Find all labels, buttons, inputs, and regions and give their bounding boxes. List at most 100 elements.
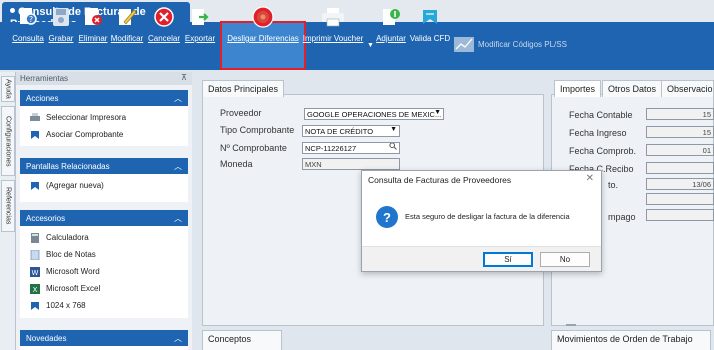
cancel-icon <box>151 4 177 30</box>
chevron-down-icon: ▼ <box>390 126 397 133</box>
tab-otros-datos[interactable]: Otros Datos <box>602 80 663 97</box>
cancelar-label: Cancelar <box>147 34 180 43</box>
tipo-pago-field[interactable] <box>646 209 714 221</box>
tab-configuraciones[interactable]: Configuraciones <box>1 106 15 176</box>
notepad-icon <box>30 249 40 260</box>
tab-observaciones[interactable]: Observacio <box>661 80 714 97</box>
dialog-body: ? Esta seguro de desligar la factura de … <box>362 193 601 246</box>
side-tab-strip: Ayuda Configuraciones Referencias <box>0 72 16 350</box>
splitter-grip[interactable] <box>566 324 576 326</box>
consulta-button[interactable]: ? Consulta <box>9 0 47 48</box>
tab-movimientos-ot[interactable]: Movimientos de Orden de Trabajo <box>551 330 711 350</box>
imprimir-voucher-button[interactable]: Imprimir Voucher <box>303 0 363 48</box>
item-calculadora[interactable]: Calculadora <box>20 229 188 246</box>
item-label: (Agregar nueva) <box>46 181 104 190</box>
no-button[interactable]: No <box>540 252 590 267</box>
extra-field[interactable] <box>646 193 714 205</box>
svg-text:W: W <box>32 269 39 277</box>
modificar-codigos-button[interactable]: Modificar Códigos PL/SS <box>453 35 567 53</box>
export-icon <box>187 4 213 30</box>
collapse-icon[interactable]: ︿ <box>174 161 182 172</box>
tab-datos-principales[interactable]: Datos Principales <box>202 80 285 97</box>
consulta-label: Consulta <box>12 34 44 43</box>
fecha-comprob-value: 01 <box>702 146 711 155</box>
grabar-label: Grabar <box>48 34 74 43</box>
fecha-comprob-label: Fecha Comprob. <box>569 146 637 156</box>
section-acciones-header[interactable]: Acciones ︿ <box>20 90 188 106</box>
modificar-codigos-label: Modificar Códigos PL/SS <box>478 39 567 49</box>
exportar-button[interactable]: Exportar <box>182 0 218 48</box>
section-novedades: Novedades ︿ <box>20 330 188 350</box>
moneda-field[interactable]: MXN <box>302 158 400 170</box>
tab-ayuda-label: Ayuda <box>4 79 12 99</box>
numero-comprobante-field[interactable]: NCP-11226127 <box>302 142 400 154</box>
yes-button[interactable]: Sí <box>483 252 533 267</box>
tab-referencias-label: Referencias <box>4 187 12 225</box>
search-icon[interactable] <box>389 143 397 152</box>
section-novedades-header[interactable]: Novedades ︿ <box>20 330 188 346</box>
desligar-diferencias-button[interactable]: Desligar Diferencias <box>222 0 304 48</box>
vencimiento-field[interactable]: 13/06 <box>646 178 714 190</box>
tab-movimientos-ot-label: Movimientos de Orden de Trabajo <box>557 334 693 344</box>
section-pantallas-header[interactable]: Pantallas Relacionadas ︿ <box>20 158 188 174</box>
fecha-contable-label: Fecha Contable <box>569 110 633 120</box>
item-agregar-nueva[interactable]: (Agregar nueva) <box>20 177 188 194</box>
proveedor-value: GOOGLE OPERACIONES DE MEXIC... <box>307 110 442 119</box>
tools-panel: Herramientas ⊼ Acciones ︿ Seleccionar Imp… <box>16 72 192 350</box>
item-label: Seleccionar Impresora <box>46 113 127 122</box>
tools-header-label: Herramientas <box>20 74 69 83</box>
tab-observaciones-label: Observacio <box>667 84 713 94</box>
item-label: Bloc de Notas <box>46 250 96 259</box>
item-bloc-de-notas[interactable]: Bloc de Notas <box>20 246 188 263</box>
tab-referencias[interactable]: Referencias <box>1 180 15 232</box>
item-asociar-comprobante[interactable]: Asociar Comprobante <box>20 126 188 143</box>
collapse-icon[interactable]: ︿ <box>174 333 182 344</box>
chevron-down-icon: ▼ <box>434 109 441 116</box>
dialog-title: Consulta de Facturas de Proveedores <box>368 175 512 185</box>
calculator-icon <box>30 232 40 243</box>
modificar-button[interactable]: Modificar <box>108 0 146 48</box>
close-icon[interactable]: ✕ <box>586 173 594 184</box>
fecha-ingreso-label: Fecha Ingreso <box>569 128 627 138</box>
valida-cfd-button[interactable]: Valida CFD <box>409 0 451 48</box>
cancelar-button[interactable]: Cancelar <box>145 0 183 48</box>
item-microsoft-excel[interactable]: X Microsoft Excel <box>20 280 188 297</box>
item-microsoft-word[interactable]: W Microsoft Word <box>20 263 188 280</box>
eliminar-button[interactable]: Eliminar <box>77 0 109 48</box>
link-small-icon <box>30 181 40 191</box>
proveedor-combo[interactable]: GOOGLE OPERACIONES DE MEXIC... ▼ <box>304 108 444 120</box>
item-seleccionar-impresora[interactable]: Seleccionar Impresora <box>20 109 188 126</box>
fecha-contable-field[interactable]: 15 <box>646 108 714 120</box>
query-icon: ? <box>15 4 41 30</box>
section-acciones: Acciones ︿ Seleccionar Impresora Asociar … <box>20 90 188 146</box>
section-novedades-title: Novedades <box>26 334 67 343</box>
section-accesorios-title: Accesorios <box>26 214 66 223</box>
collapse-icon[interactable]: ︿ <box>174 93 182 104</box>
item-1024x768[interactable]: 1024 x 768 <box>20 297 188 314</box>
desligar-diferencias-label: Desligar Diferencias <box>227 34 299 43</box>
grabar-button[interactable]: Grabar <box>46 0 76 48</box>
attach-icon <box>378 4 404 30</box>
tipo-comprobante-combo[interactable]: NOTA DE CRÉDITO ▼ <box>302 125 400 137</box>
pin-icon[interactable]: ⊼ <box>181 73 187 82</box>
tipo-comprobante-label: Tipo Comprobante <box>220 125 295 135</box>
fecha-c-recibo-field[interactable] <box>646 162 714 174</box>
section-accesorios: Accesorios ︿ Calculadora Bloc de Notas W … <box>20 210 188 318</box>
printer-small-icon <box>30 113 40 123</box>
word-icon: W <box>30 266 40 277</box>
yes-label: Sí <box>504 255 512 264</box>
tab-ayuda[interactable]: Ayuda <box>1 76 15 102</box>
collapse-icon[interactable]: ︿ <box>174 213 182 224</box>
tab-conceptos[interactable]: Conceptos <box>202 330 282 350</box>
adjuntar-button[interactable]: Adjuntar <box>373 0 409 48</box>
exportar-label: Exportar <box>184 34 216 43</box>
tab-importes[interactable]: Importes <box>554 80 602 97</box>
edit-icon <box>114 4 140 30</box>
tab-otros-datos-label: Otros Datos <box>608 84 657 94</box>
dialog-titlebar: Consulta de Facturas de Proveedores ✕ <box>362 171 601 189</box>
excel-icon: X <box>30 283 40 294</box>
numero-comprobante-value: NCP-11226127 <box>305 144 357 153</box>
section-accesorios-header[interactable]: Accesorios ︿ <box>20 210 188 226</box>
fecha-comprob-field[interactable]: 01 <box>646 144 714 156</box>
fecha-ingreso-field[interactable]: 15 <box>646 126 714 138</box>
